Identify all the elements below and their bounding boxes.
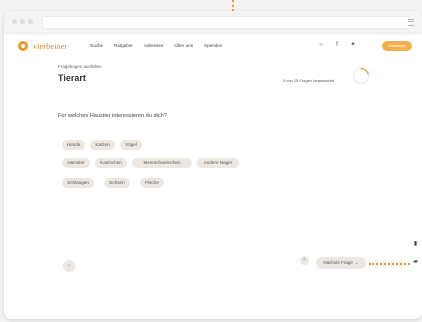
annotation-dotted-line-top bbox=[232, 0, 235, 11]
nav-link-ueber-uns[interactable]: Über uns bbox=[174, 43, 193, 48]
progress-text: 3 von 15 Fragen beantwortet bbox=[283, 78, 335, 83]
option-hunde[interactable]: Hunde bbox=[62, 140, 85, 150]
option-hamster[interactable]: Hamster bbox=[62, 158, 90, 168]
side-tab-icon[interactable]: ▮ bbox=[411, 240, 420, 249]
option-fische[interactable]: Fische bbox=[140, 178, 164, 188]
header-icons: ○ f ✦ bbox=[317, 41, 357, 49]
close-dot-icon[interactable] bbox=[12, 19, 17, 24]
option-echsen[interactable]: Echsen bbox=[104, 178, 130, 188]
nav-link-suche[interactable]: Suche bbox=[90, 43, 103, 48]
skip-button[interactable]: × bbox=[300, 256, 309, 265]
progress-ring bbox=[352, 67, 370, 85]
window-controls bbox=[12, 19, 33, 24]
option-andere-nager[interactable]: Andere Nager bbox=[197, 158, 239, 168]
breadcrumb: Fragebogen ausfüllen bbox=[58, 64, 102, 69]
twitter-icon[interactable]: ✦ bbox=[349, 41, 357, 48]
maximize-dot-icon[interactable] bbox=[28, 19, 33, 24]
question-text: Für welches Haustier interessieren du di… bbox=[58, 113, 167, 119]
previous-button[interactable]: ‹ bbox=[63, 260, 75, 272]
nav-link-adressen[interactable]: Adressen bbox=[144, 43, 163, 48]
option-meerschweinchen[interactable]: Meerschweinchen bbox=[132, 158, 192, 168]
logo-icon bbox=[18, 41, 28, 51]
logo[interactable]: vierbeiner bbox=[18, 41, 67, 51]
user-icon[interactable]: ○ bbox=[317, 42, 325, 48]
signup-button[interactable]: Anmelden bbox=[382, 41, 412, 51]
nav-link-ratgeber[interactable]: Ratgeber bbox=[114, 43, 133, 48]
minimize-dot-icon[interactable] bbox=[20, 19, 25, 24]
option-kaninchen[interactable]: Kaninchen bbox=[95, 158, 127, 168]
next-question-button[interactable]: Nächste Frage → bbox=[316, 257, 366, 269]
site-header: vierbeiner Suche Ratgeber Adressen Über … bbox=[4, 34, 422, 58]
option-schlangen[interactable]: Schlangen bbox=[62, 178, 94, 188]
option-voegel[interactable]: Vögel bbox=[120, 140, 142, 150]
side-tab-icon-2[interactable]: ▰ bbox=[411, 256, 420, 268]
nav-link-spenden[interactable]: Spenden bbox=[204, 43, 222, 48]
main-nav: Suche Ratgeber Adressen Über uns Spenden bbox=[90, 43, 233, 48]
address-bar[interactable] bbox=[42, 16, 412, 29]
annotation-dotted-line-right bbox=[369, 263, 414, 265]
browser-chrome bbox=[4, 11, 422, 34]
menu-icon[interactable] bbox=[408, 19, 414, 26]
option-katzen[interactable]: Katzen bbox=[90, 140, 115, 150]
page-title: Tierart bbox=[58, 73, 86, 83]
facebook-icon[interactable]: f bbox=[333, 42, 341, 48]
logo-text: vierbeiner bbox=[33, 41, 68, 51]
